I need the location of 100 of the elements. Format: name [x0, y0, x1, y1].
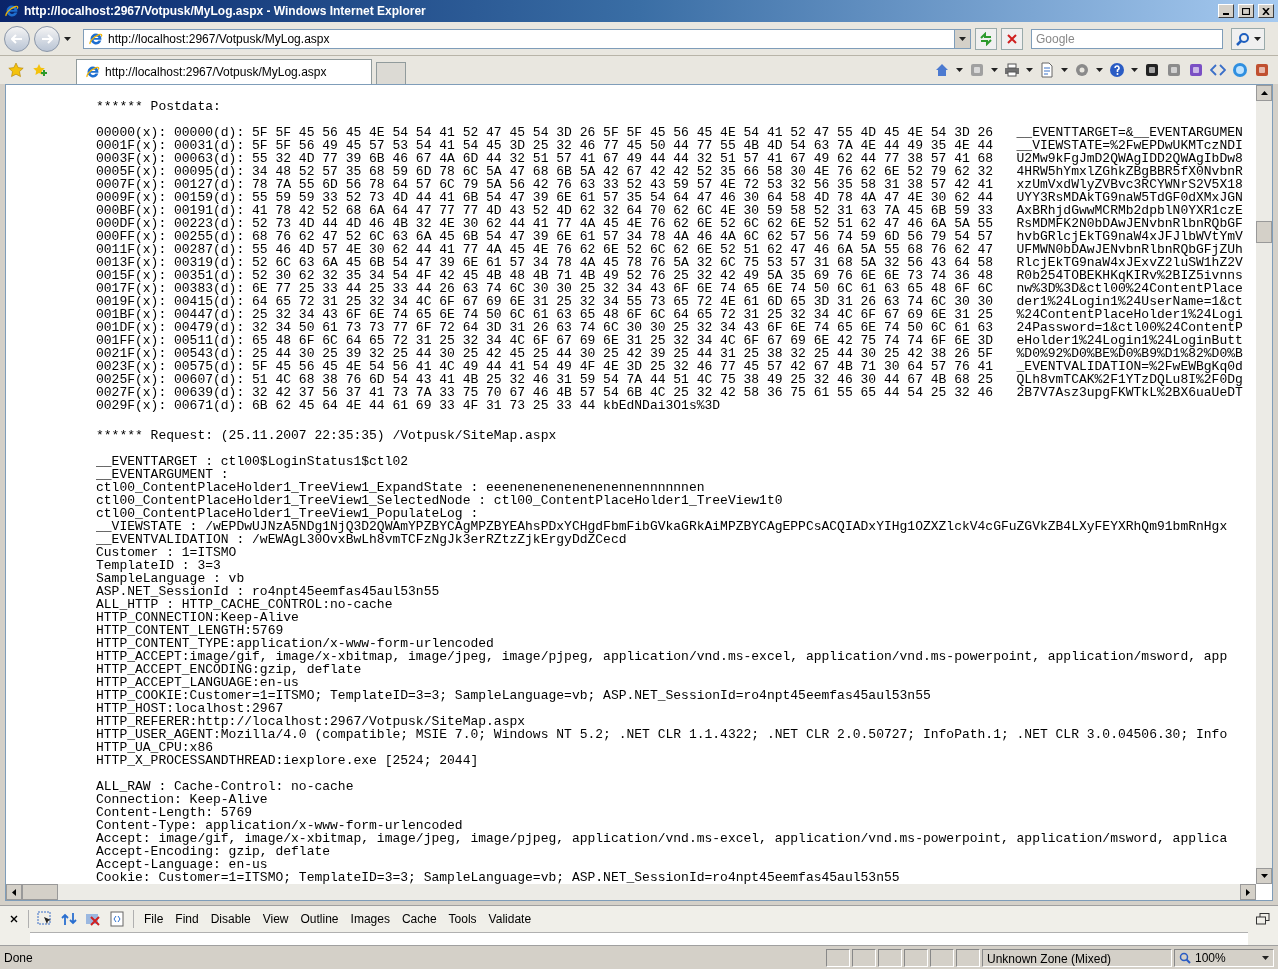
scrollbar-thumb[interactable]	[22, 884, 58, 900]
browser-tab[interactable]: http://localhost:2967/Votpusk/MyLog.aspx	[76, 59, 372, 84]
code-page-icon[interactable]	[109, 911, 125, 927]
left-arrow-icon[interactable]	[12, 888, 16, 896]
refresh-icon	[979, 31, 993, 46]
left-arrow-icon	[11, 33, 23, 44]
raw-header-line: Accept: image/gif, image/x-xbitmap, image/jpeg, image/pjpeg, application/vnd.ms-excel, application/vnd.ms-powerpoint, application/msword, applica	[96, 832, 1229, 845]
caret-icon[interactable]	[956, 68, 963, 72]
hex-dump-line: 000BF(x): 00191(d): 41 78 42 52 68 6A 64 47 77 77 4D 43 52 4D 62 32 64 70 62 6C 4E 30 59 58 52 31 63 7A 45 6B 59 33 AxBRhjdGwwMCRMb2dpblN0YXR1czE	[96, 204, 1244, 217]
zoom-icon	[1179, 951, 1191, 964]
caret-icon[interactable]	[991, 68, 998, 72]
request-field-line: HTTP_X_PROCESSANDTHREAD:iexplore.exe [2524; 2044]	[96, 754, 480, 767]
hex-dump-line: 0001F(x): 00031(d): 5F 5F 56 49 45 57 53 54 41 54 45 3D 25 32 46 77 45 50 44 77 55 4B 4D 54 63 7A 4E 44 49 35 4E 44 __VIEWSTATE=%2FwEPDwUKMTczNDI	[96, 139, 1244, 152]
hex-dump-line: 0021F(x): 00543(d): 25 44 30 25 39 32 25 44 30 25 42 45 25 44 30 25 42 39 25 44 31 25 38 32 25 44 30 25 42 38 26 5F %D0%92%D0%BE%D0%B9%D1%82%D0%B	[96, 347, 1244, 360]
hex-dump-line: 001DF(x): 00479(d): 32 34 50 61 73 73 77 6F 72 64 3D 31 26 63 74 6C 30 30 25 32 34 43 6F 6E 74 65 6E 74 50 6C 61 63 24Password=1&ctl00%24ContentP	[96, 321, 1244, 334]
globe-icon[interactable]	[1232, 62, 1248, 78]
home-icon[interactable]	[934, 62, 950, 78]
hex-dump-line: 000DF(x): 00223(d): 52 73 4D 44 4D 46 4B 32 4E 30 62 44 41 77 4A 45 4E 76 62 6E 52 6C 62 6E 52 51 62 47 46 6A 5A 55 RsMDMFK2N0bDAwJENvbnRlbnRQbGF	[96, 217, 1244, 230]
request-field-line: __EVENTVALIDATION : /wEWAgL30OvxBwLh8vmTCFzNgJk3erRZtzZjkErgyDdZCecd	[96, 533, 627, 546]
page-icon[interactable]	[1039, 62, 1055, 78]
hex-dump-line: 0007F(x): 00127(d): 78 7A 55 6D 56 78 64 57 6C 79 5A 56 42 76 63 33 52 43 59 57 4E 72 53 32 56 35 58 31 38 57 42 41 xzUmVxdWlyZVBvc3RCYWNrS2V5X18	[96, 178, 1244, 191]
menu-item[interactable]: Cache	[399, 910, 439, 928]
caret-icon[interactable]	[959, 36, 966, 41]
close-button[interactable]	[1258, 4, 1274, 18]
request-field-line: ASP.NET_SessionId : ro4npt45eemfas45aul53n55	[96, 585, 441, 598]
search-field[interactable]: Google	[1031, 28, 1223, 49]
close-icon	[1262, 7, 1270, 15]
up-arrow-icon[interactable]	[1260, 91, 1268, 95]
right-arrow-icon[interactable]	[1246, 888, 1250, 896]
clear-icon[interactable]	[85, 911, 101, 927]
menu-item[interactable]: Disable	[208, 910, 253, 928]
close-button[interactable]	[8, 915, 20, 923]
swap-arrows-icon[interactable]	[61, 911, 77, 927]
maximize-button[interactable]	[1238, 4, 1254, 18]
caret-icon[interactable]	[64, 36, 71, 41]
zone-indicator: Unknown Zone (Mixed)	[982, 948, 1172, 967]
menu-item[interactable]: View	[260, 910, 291, 928]
caret-icon[interactable]	[1026, 68, 1033, 72]
request-field-line: __EVENTTARGET : ctl00$LoginStatus1$ctl02	[96, 455, 410, 468]
window-title: http://localhost:2967/Votpusk/MyLog.aspx - Windows Internet Explorer	[24, 3, 426, 20]
hex-dump-line: 0023F(x): 00575(d): 5F 45 56 45 4E 54 56 41 4C 49 44 41 54 49 4F 4E 3D 25 32 46 77 45 57 42 67 4B 71 30 64 57 76 41 _EVENTVALIDATION=%2FwEWBgKq0d	[96, 360, 1244, 373]
request-field-line: SampleLanguage : vb	[96, 572, 246, 585]
hex-dump-line: 001BF(x): 00447(d): 25 32 34 43 6F 6E 74 65 6E 74 50 6C 61 63 65 48 6F 6C 64 65 72 31 25 32 34 4C 6F 67 69 6E 31 25 %24ContentPlaceHolder1%24Logi	[96, 308, 1244, 321]
raw-header-line: Accept-Encoding: gzip, deflate	[96, 845, 331, 858]
browser-logo-icon	[4, 3, 20, 19]
address-dropdown-button[interactable]	[954, 29, 970, 48]
search-icon	[1235, 31, 1250, 46]
caret-icon[interactable]	[1131, 68, 1138, 72]
request-field-line: HTTP_USER_AGENT:Mozilla/4.0 (compatible; MSIE 7.0; Windows NT 5.2; .NET CLR 1.1.4322; .NET CLR 2.0.50727; InfoPath.1; .NET CLR 3.0.04506.30; Info	[96, 728, 1229, 741]
menu-item[interactable]: Find	[173, 910, 201, 928]
status-pane	[826, 948, 850, 967]
request-field-line: ALL_HTTP : HTTP_CACHE_CONTROL:no-cache	[96, 598, 393, 611]
caret-icon[interactable]	[1061, 68, 1068, 72]
status-pane	[878, 948, 902, 967]
request-field-line: TemplateID : 3=3	[96, 559, 222, 572]
caret-icon[interactable]	[1253, 36, 1261, 41]
request-field-line: HTTP_ACCEPT:image/gif, image/x-xbitmap, image/jpeg, image/pjpeg, application/vnd.ms-excel, application/vnd.ms-powerpoint, application/msword, app	[96, 650, 1229, 663]
hex-dump-line: 0005F(x): 00095(d): 34 48 52 57 35 68 59 6D 78 6C 5A 47 68 6B 5A 42 67 42 42 52 35 66 58 30 4E 76 62 6E 52 79 62 32 4HRW5hYmxlZGhkZBgBBR5fX0NvbnR	[96, 165, 1244, 178]
raw-header-line: Cookie: Customer=1=ITSMO; TemplateID=3=3; SampleLanguage=vb; ASP.NET_SessionId=ro4npt45eemfas45aul53n55	[96, 871, 901, 884]
request-field-line: ctl00_ContentPlaceHolder1_TreeView1_SelectedNode : ctl00_ContentPlaceHolder1_TreeView1t0	[96, 494, 784, 507]
menu-item[interactable]: Images	[348, 910, 392, 928]
menu-item[interactable]: Tools	[446, 910, 479, 928]
horizontal-scrollbar[interactable]	[6, 884, 1256, 900]
caret-icon[interactable]	[1262, 955, 1269, 960]
search-button[interactable]	[1231, 27, 1265, 50]
back-button[interactable]	[4, 25, 30, 52]
hex-dump-line: 0027F(x): 00639(d): 32 42 37 56 37 41 73 7A 33 75 70 67 46 4B 57 54 6B 4C 25 32 42 58 36 75 61 55 65 44 54 25 32 46 2B7V7Asz3upgFKWTkL%2BX6uaUeDT	[96, 386, 1244, 399]
code-icon[interactable]	[1210, 62, 1226, 78]
status-text: Done	[4, 949, 34, 967]
hex-dump-line: 001FF(x): 00511(d): 65 48 6F 6C 64 65 72 31 25 32 34 4C 6F 67 69 6E 31 25 32 34 4C 6F 67 69 6E 42 75 74 74 6F 6E 3D eHolder1%24Login1%24LoginButt	[96, 334, 1244, 347]
hex-dump-line: 0015F(x): 00351(d): 52 30 62 32 35 34 54 4F 42 45 4B 48 4B 71 4B 49 52 76 25 32 42 49 5A 35 69 76 6E 6E 73 74 36 48 R0b254TOBEKHKqKIRv%2BIZ5ivnns	[96, 269, 1244, 282]
hex-dump-line: 0013F(x): 00319(d): 52 6C 63 6A 45 6B 54 47 39 6E 61 57 34 78 4A 45 78 76 5A 32 6C 75 53 57 31 68 5A 32 56 43 64 58 RlcjEkTG9naW4xJExvZ2luSW1hZ2V	[96, 256, 1244, 269]
request-field-line: HTTP_CONNECTION:Keep-Alive	[96, 611, 300, 624]
status-pane	[852, 948, 876, 967]
menu-item[interactable]: Outline	[298, 910, 341, 928]
close-icon	[10, 915, 18, 923]
printer-icon[interactable]	[1004, 62, 1020, 78]
caret-icon[interactable]	[1096, 68, 1103, 72]
hex-dump-line: 0011F(x): 00287(d): 55 46 4D 57 4E 30 62 44 41 77 4A 45 4E 76 62 6E 52 6C 62 6E 52 51 62 47 46 6A 5A 55 68 76 62 47 UFMWN0bDAwJENvbnRlbnRQbGFjZUh	[96, 243, 1244, 256]
down-arrow-icon[interactable]	[1260, 874, 1268, 878]
menu-item[interactable]: File	[142, 910, 166, 928]
restore-icon[interactable]	[1256, 913, 1270, 925]
scrollbar-thumb[interactable]	[1256, 221, 1272, 243]
cursor-select-icon[interactable]	[37, 911, 53, 927]
request-field-line: HTTP_HOST:localhost:2967	[96, 702, 284, 715]
gear-icon[interactable]	[1074, 62, 1090, 78]
hex-dump-line: 000FF(x): 00255(d): 68 76 62 47 52 6C 63 6A 45 6B 54 47 39 6E 61 57 34 78 4A 46 4A 6C 62 57 56 74 59 6D 56 79 54 57 hvbGRlcjEkTG9naW4xJFJlbWVtYmV	[96, 230, 1244, 243]
minimize-button[interactable]	[1218, 4, 1234, 18]
stop-button[interactable]	[1001, 27, 1023, 50]
star-icon[interactable]	[8, 62, 24, 78]
menu-item[interactable]: Validate	[486, 910, 534, 928]
status-pane	[956, 948, 980, 967]
refresh-button[interactable]	[975, 27, 997, 50]
vertical-scrollbar[interactable]	[1256, 85, 1272, 884]
raw-header-line: Connection: Keep-Alive	[96, 793, 269, 806]
help-icon[interactable]	[1109, 62, 1125, 78]
zoom-button[interactable]: 100%	[1174, 948, 1274, 967]
add-star-icon[interactable]	[32, 62, 48, 78]
section-heading: ****** Request: (25.11.2007 22:35:35) /Votpusk/SiteMap.aspx	[96, 429, 558, 442]
request-field-line: HTTP_CONTENT_LENGTH:5769	[96, 624, 284, 637]
